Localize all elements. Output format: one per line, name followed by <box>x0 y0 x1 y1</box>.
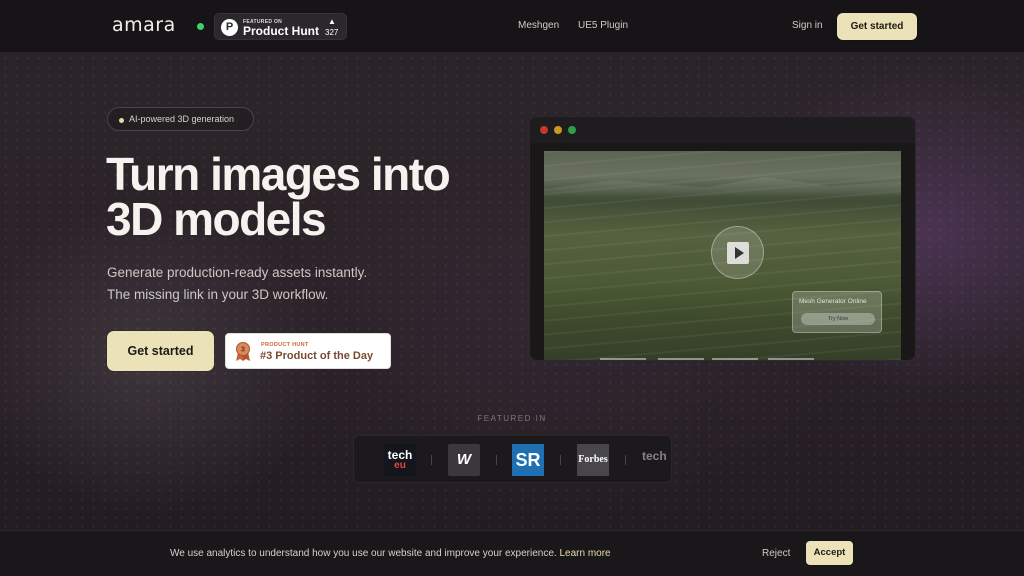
top-nav: amara P FEATURED ON Product Hunt ▲ 327 M… <box>0 0 1024 53</box>
award-small-label: PRODUCT HUNT <box>261 342 309 348</box>
ai-badge: AI-powered 3D generation <box>107 107 254 131</box>
video-overlay-card: Mesh Generator Online Try Now <box>792 291 882 333</box>
maximize-dot-icon <box>568 126 576 134</box>
play-button[interactable] <box>711 226 764 279</box>
product-hunt-label: Product Hunt <box>243 24 319 38</box>
header-get-started-button[interactable]: Get started <box>837 13 917 40</box>
badge-dot-icon <box>119 118 124 123</box>
subtitle-line-1: Generate production-ready assets instant… <box>107 265 368 280</box>
accept-button[interactable]: Accept <box>806 541 853 565</box>
video-progress-segment <box>768 358 814 360</box>
webflow-logo[interactable]: W <box>448 444 480 476</box>
medal-number: 3 <box>241 347 245 354</box>
sr-logo[interactable]: SR <box>512 444 544 476</box>
play-icon <box>727 242 749 264</box>
product-hunt-badge[interactable]: P FEATURED ON Product Hunt ▲ 327 <box>214 13 347 40</box>
demo-video-window: Mesh Generator Online Try Now <box>529 116 916 361</box>
subtitle-line-2: The missing link in your 3D workflow. <box>107 287 329 302</box>
medal-icon: 3 <box>236 342 250 361</box>
sign-in-link[interactable]: Sign in <box>792 20 823 31</box>
tech-eu-bottom: eu <box>394 460 406 471</box>
sr-mark: SR <box>515 450 541 470</box>
upvote-icon: ▲ <box>328 17 336 26</box>
logo-separator <box>625 455 626 465</box>
featured-in-label: FEATURED IN <box>477 414 547 423</box>
upvote-count: 327 <box>325 28 339 37</box>
headline-line-2: 3D models <box>106 193 327 245</box>
close-dot-icon <box>540 126 548 134</box>
reject-button[interactable]: Reject <box>762 548 790 559</box>
overlay-title: Mesh Generator Online <box>799 298 867 305</box>
product-of-day-badge[interactable]: 3 PRODUCT HUNT #3 Product of the Day <box>225 333 391 369</box>
cookie-message-text: We use analytics to understand how you u… <box>170 548 560 559</box>
video-progress-segment <box>658 358 704 360</box>
logo-separator <box>560 455 561 465</box>
tech-partial-logo[interactable]: tech <box>642 444 671 476</box>
hero-get-started-button[interactable]: Get started <box>107 331 214 371</box>
video-progress-segment <box>712 358 758 360</box>
product-hunt-icon: P <box>221 19 238 36</box>
logo-separator <box>496 455 497 465</box>
overlay-try-now: Try Now <box>801 313 875 325</box>
video-progress-segment <box>600 358 646 360</box>
status-dot-icon <box>197 23 204 30</box>
amara-logo[interactable]: amara <box>112 14 176 36</box>
award-label: #3 Product of the Day <box>260 350 374 362</box>
demo-video[interactable]: Mesh Generator Online Try Now <box>544 151 901 360</box>
hero-subtitle: Generate production-ready assets instant… <box>107 262 467 306</box>
cookie-message: We use analytics to understand how you u… <box>170 548 611 559</box>
webflow-mark: W <box>456 451 472 468</box>
headline-line-1: Turn images into <box>106 148 451 200</box>
nav-meshgen[interactable]: Meshgen <box>518 20 559 31</box>
learn-more-link[interactable]: Learn more <box>559 548 610 559</box>
logo-separator <box>431 455 432 465</box>
window-titlebar <box>530 117 915 143</box>
tech-eu-logo[interactable]: tech eu <box>384 444 416 476</box>
featured-logos-strip: tech eu W SR Forbes tech <box>353 435 672 483</box>
nav-ue5-plugin[interactable]: UE5 Plugin <box>578 20 628 31</box>
minimize-dot-icon <box>554 126 562 134</box>
ai-badge-label: AI-powered 3D generation <box>129 114 235 124</box>
forbes-logo[interactable]: Forbes <box>577 444 609 476</box>
forbes-mark: Forbes <box>578 454 608 465</box>
tech-partial-mark: tech <box>642 449 667 463</box>
hero-headline: Turn images into 3D models <box>106 148 506 245</box>
cookie-banner: We use analytics to understand how you u… <box>0 530 1024 576</box>
